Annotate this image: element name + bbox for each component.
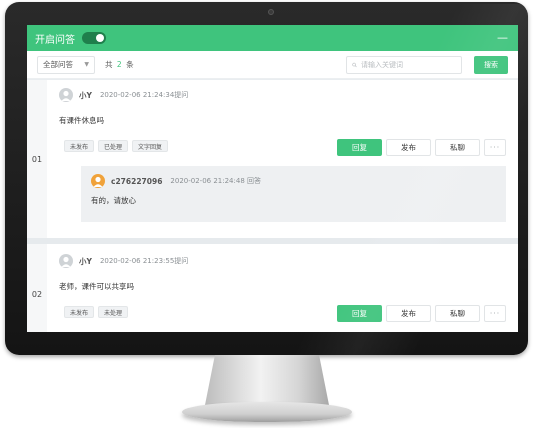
chevron-down-icon: ▼ <box>84 61 89 68</box>
avatar <box>59 88 73 102</box>
search-input[interactable] <box>361 60 456 69</box>
question-header: 小Y 2020-02-06 21:23:55提问 <box>59 254 188 268</box>
search-icon <box>352 62 357 67</box>
user-icon <box>61 90 71 101</box>
question-card: 01 小Y 2020-02-06 21:24:34提问 有课件休息吗 未发布 已… <box>27 80 518 238</box>
private-chat-button[interactable]: 私聊 <box>435 139 480 156</box>
private-chat-button[interactable]: 私聊 <box>435 305 480 322</box>
more-button[interactable]: ··· <box>484 139 506 156</box>
question-time: 2020-02-06 21:24:34提问 <box>99 91 189 99</box>
question-index: 01 <box>27 80 47 238</box>
status-badge: 未发布 <box>64 306 95 318</box>
reply-button[interactable]: 回复 <box>337 305 382 322</box>
total-suffix: 条 <box>126 60 134 69</box>
filter-select[interactable]: 全部问答 ▼ <box>37 55 95 74</box>
monitor-base <box>182 402 352 422</box>
filter-select-value: 全部问答 <box>43 60 73 69</box>
tag-list: 未发布 已处理 文字回复 <box>64 140 169 152</box>
asker-name: 小Y <box>79 90 92 100</box>
answer-text: 有的，请放心 <box>91 196 136 205</box>
search-button[interactable]: 搜索 <box>474 55 508 74</box>
publish-button[interactable]: 发布 <box>386 139 431 156</box>
answerer-name: c276227096 <box>111 176 163 186</box>
status-badge: 已处理 <box>98 140 129 152</box>
avatar <box>59 254 73 268</box>
user-icon <box>93 176 103 187</box>
asker-name: 小Y <box>79 256 92 266</box>
filter-bar: 全部问答 ▼ 共 2 条 搜索 <box>27 51 518 79</box>
question-list: 01 小Y 2020-02-06 21:24:34提问 有课件休息吗 未发布 已… <box>27 80 518 332</box>
total-prefix: 共 <box>105 60 113 69</box>
webcam-icon <box>268 9 274 15</box>
question-time: 2020-02-06 21:23:55提问 <box>99 257 189 265</box>
stage: 开启问答 — 全部问答 ▼ 共 2 条 请输入关键词 搜索 01 小Y 2020… <box>0 0 533 428</box>
question-card: 02 小Y 2020-02-06 21:23:55提问 老师，课件可以共享吗 未… <box>27 244 518 332</box>
answer-header: c276227096 2020-02-06 21:24:48 回答 <box>91 174 496 188</box>
monitor-bezel: 开启问答 — 全部问答 ▼ 共 2 条 请输入关键词 搜索 01 小Y 2020… <box>5 2 533 357</box>
monitor-screen: 开启问答 — 全部问答 ▼ 共 2 条 请输入关键词 搜索 01 小Y 2020… <box>27 25 518 332</box>
avatar <box>91 174 105 188</box>
question-actions: 回复 发布 私聊 ··· <box>337 305 506 322</box>
app-header: 开启问答 — <box>27 25 518 51</box>
reply-button[interactable]: 回复 <box>337 139 382 156</box>
question-text: 老师，课件可以共享吗 <box>59 282 134 291</box>
answer-time: 2020-02-06 21:24:48 回答 <box>170 177 261 185</box>
question-index: 02 <box>27 244 47 332</box>
qa-toggle[interactable] <box>82 32 106 44</box>
user-icon <box>61 256 71 267</box>
toggle-knob <box>96 34 104 42</box>
publish-button[interactable]: 发布 <box>386 305 431 322</box>
status-badge: 文字回复 <box>132 140 169 152</box>
answer-box: c276227096 2020-02-06 21:24:48 回答 有的，请放心 <box>81 166 506 222</box>
monitor-stand <box>205 355 329 405</box>
question-actions: 回复 发布 私聊 ··· <box>337 139 506 156</box>
total-count: 共 2 条 <box>105 59 134 70</box>
status-badge: 未发布 <box>64 140 95 152</box>
question-text: 有课件休息吗 <box>59 116 104 125</box>
more-button[interactable]: ··· <box>484 305 506 322</box>
status-badge: 未处理 <box>98 306 129 318</box>
question-header: 小Y 2020-02-06 21:24:34提问 <box>59 88 188 102</box>
search-box <box>346 55 462 74</box>
total-number: 2 <box>116 60 122 69</box>
minimize-button[interactable]: — <box>495 32 510 43</box>
tag-list: 未发布 未处理 <box>64 306 129 318</box>
app-title: 开启问答 <box>35 34 75 46</box>
